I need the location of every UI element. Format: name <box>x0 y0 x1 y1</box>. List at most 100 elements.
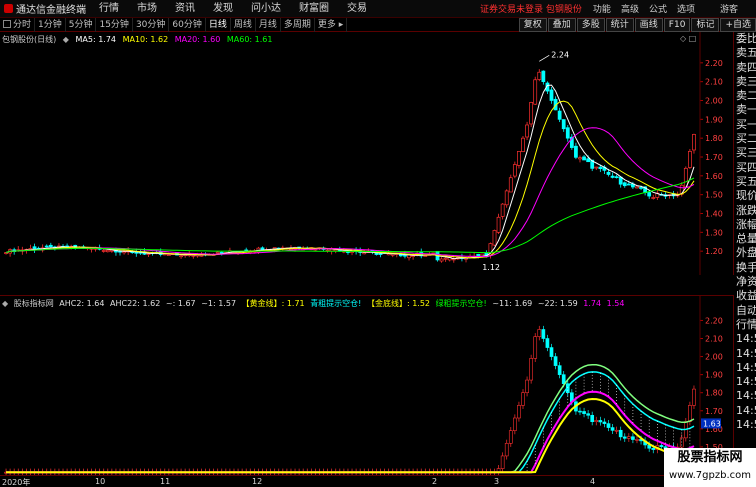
ind-candle-body <box>521 392 525 406</box>
ind-axis-label: 2.20 <box>705 316 723 325</box>
price-label: 1.50 <box>705 191 723 200</box>
side-panel-item[interactable]: 买一 <box>735 118 756 132</box>
menu-jiaoyi[interactable]: 交易 <box>338 0 376 18</box>
side-panel-item[interactable]: 外盘 <box>735 246 756 260</box>
ind-axis-label: 1.70 <box>705 407 723 416</box>
menu-caifuquan[interactable]: 财富圈 <box>290 0 338 18</box>
menu-gongshi[interactable]: 公式 <box>644 2 672 15</box>
low-annotation: 1.12 <box>482 263 500 272</box>
side-panel-item[interactable]: 买二 <box>735 132 756 146</box>
ma-legend: 包钢股份(日线) ◆ MA5: 1.74 MA10: 1.62 MA20: 1.… <box>2 34 276 45</box>
candle-body <box>582 156 586 161</box>
candle-body <box>423 255 428 257</box>
menu-faxian[interactable]: 发现 <box>204 0 242 18</box>
kline-chart[interactable]: 包钢股份(日线) ◆ MA5: 1.74 MA10: 1.62 MA20: 1.… <box>0 32 734 275</box>
add-watchlist-button[interactable]: +自选 <box>720 17 756 32</box>
side-panel-item[interactable]: 收益 <box>735 289 756 303</box>
side-panel-item[interactable]: 卖三 <box>735 75 756 89</box>
side-panel-item[interactable]: 14:50 <box>735 347 756 361</box>
tab-15min[interactable]: 15分钟 <box>96 17 133 32</box>
tab-daily[interactable]: 日线 <box>206 17 231 32</box>
tab-5min[interactable]: 5分钟 <box>66 17 97 32</box>
candle-body <box>122 251 126 254</box>
side-panel-item[interactable]: 买三 <box>735 146 756 160</box>
side-panel-item[interactable]: 14:50 <box>735 404 756 418</box>
watermark: 股票指标网 www.7gpzb.com <box>664 448 756 487</box>
side-panel-item[interactable]: 买四 <box>735 161 756 175</box>
side-panel-item[interactable]: 行情 <box>735 318 756 332</box>
ma10-line <box>5 100 695 259</box>
app-logo: 通达信金融终端 <box>0 0 90 18</box>
ind-candle-body <box>578 410 582 413</box>
side-panel-item[interactable]: 现价 <box>735 189 756 203</box>
indicator-settings-icon[interactable]: ◆ <box>2 299 8 308</box>
ind-candle-body <box>618 429 623 438</box>
high-pointer <box>539 54 550 62</box>
tab-multi-period[interactable]: 多周期 <box>281 17 315 32</box>
menu-zixun[interactable]: 资讯 <box>166 0 204 18</box>
ind-ahc2: AHC2: 1.64 <box>59 299 105 308</box>
indicator-chart[interactable]: ◆ 股标指标网 AHC2: 1.64 AHC22: 1.62 ~: 1.67 ~… <box>0 295 734 476</box>
side-panel-item[interactable]: 买五 <box>735 175 756 189</box>
price-label: 1.90 <box>705 115 723 124</box>
quote-side-panel[interactable]: 委比 卖五 卖四 卖三 卖二 卖一 买一 买二 买三 买四 买五 现价 涨跌 涨幅 总量 外盘 换手 净资 收益 自动… <box>735 32 756 487</box>
side-panel-item[interactable]: 总量 <box>735 232 756 246</box>
side-panel-item[interactable]: 14:50 <box>735 389 756 403</box>
tab-fenshi[interactable]: 分时 <box>0 17 36 32</box>
ind-candle-body <box>517 405 521 419</box>
candle-body <box>688 150 692 168</box>
side-panel-item[interactable]: 卖一 <box>735 103 756 117</box>
side-panel-item[interactable]: 涨幅 <box>735 218 756 232</box>
side-panel-item[interactable]: 换手 <box>735 261 756 275</box>
candle-body <box>574 145 578 158</box>
ind-axis-label: 1.90 <box>705 371 723 380</box>
side-panel-item[interactable]: 卖二 <box>735 89 756 103</box>
menu-xuanxiang[interactable]: 选项 <box>672 2 700 15</box>
side-panel-item[interactable]: 14:50 <box>735 375 756 389</box>
side-panel-item[interactable]: 卖五 <box>735 46 756 60</box>
candle-body <box>362 252 367 255</box>
ind-candle-body <box>659 445 664 448</box>
account-status[interactable]: 证券交易未登录 包钢股份 <box>480 2 588 15</box>
ind-candle-body <box>537 329 542 338</box>
high-annotation: 2.24 <box>551 50 569 59</box>
f10-button[interactable]: F10 <box>663 17 691 32</box>
menu-gaoji[interactable]: 高级 <box>616 2 644 15</box>
tab-weekly[interactable]: 周线 <box>231 17 256 32</box>
main-title: 包钢股份(日线) <box>2 35 57 44</box>
tab-30min[interactable]: 30分钟 <box>133 17 170 32</box>
side-panel-item[interactable]: 委比 <box>735 32 756 46</box>
side-panel-item[interactable]: 14:50 <box>735 332 756 346</box>
tab-1min[interactable]: 1分钟 <box>35 17 66 32</box>
ma60-label: MA60: 1.61 <box>226 35 273 44</box>
tab-60min[interactable]: 60分钟 <box>169 17 206 32</box>
side-panel-item[interactable]: 14:50 <box>735 361 756 375</box>
draw-line-button[interactable]: 画线 <box>634 17 663 32</box>
side-panel-item[interactable]: 净资 <box>735 275 756 289</box>
ind-val-b: 1.54 <box>606 299 625 308</box>
overlay-button[interactable]: 叠加 <box>547 17 576 32</box>
guest-label[interactable]: 游客 <box>700 2 756 15</box>
tab-more[interactable]: 更多 ▸ <box>315 17 348 32</box>
multi-stock-button[interactable]: 多股 <box>576 17 605 32</box>
time-axis: 2020年 10 11 12 2 3 4 <box>0 475 734 487</box>
candle-body <box>199 254 204 257</box>
tab-monthly[interactable]: 月线 <box>256 17 281 32</box>
menu-shichang[interactable]: 市场 <box>128 0 166 18</box>
side-panel-item[interactable]: 卖四 <box>735 61 756 75</box>
ind-candle-body <box>626 436 631 439</box>
candle-body <box>598 166 603 170</box>
side-panel-item[interactable]: 自动 <box>735 304 756 318</box>
menu-hangqing[interactable]: 行情 <box>90 0 128 18</box>
ma-settings-icon[interactable]: ◆ <box>63 35 69 44</box>
side-panel-item[interactable]: 涨跌 <box>735 204 756 218</box>
menu-gongneng[interactable]: 功能 <box>588 2 616 15</box>
mark-button[interactable]: 标记 <box>691 17 720 32</box>
side-panel-item[interactable]: 14:50 <box>735 418 756 432</box>
menu-wenxiaoda[interactable]: 问小达 <box>242 0 290 18</box>
app-window: 通达信金融终端 行情 市场 资讯 发现 问小达 财富圈 交易 证券交易未登录 包… <box>0 0 756 487</box>
price-label: 1.80 <box>705 134 723 143</box>
ind-candle-body <box>692 388 696 406</box>
fuquan-button[interactable]: 复权 <box>518 17 547 32</box>
stats-button[interactable]: 统计 <box>605 17 634 32</box>
